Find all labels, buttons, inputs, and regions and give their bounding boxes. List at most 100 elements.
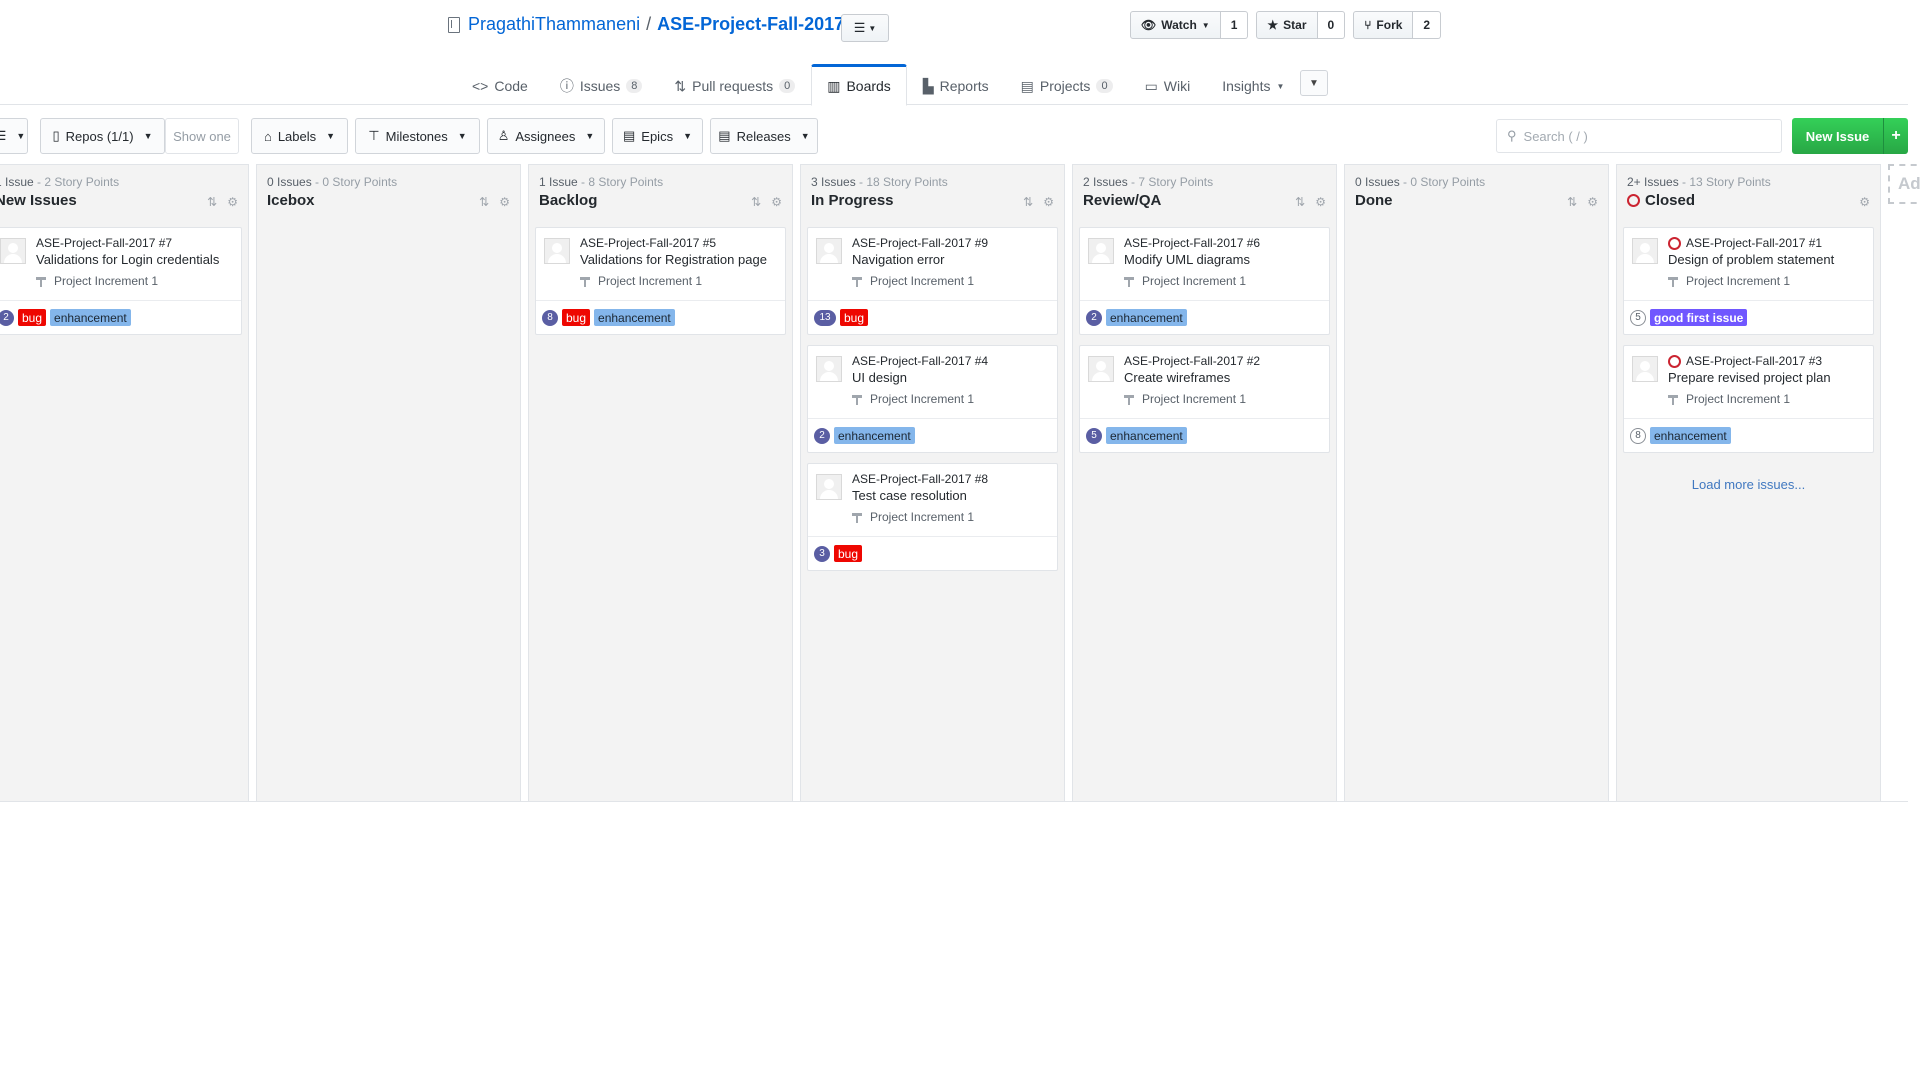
star-button[interactable]: ★ Star (1256, 11, 1318, 39)
pipeline-header: 1 Issue - 2 Story Points New Issues ⇅⚙ (0, 165, 248, 221)
label-good-first-issue[interactable]: good first issue (1650, 309, 1748, 326)
issue-card[interactable]: ASE-Project-Fall-2017 #6 Modify UML diag… (1079, 227, 1330, 335)
gear-icon[interactable]: ⚙ (1859, 195, 1870, 209)
label-bug[interactable]: bug (834, 545, 863, 562)
issue-title[interactable]: UI design (852, 369, 1049, 387)
issue-card[interactable]: ASE-Project-Fall-2017 #2 Create wirefram… (1079, 345, 1330, 453)
gear-icon[interactable]: ⚙ (1315, 195, 1326, 209)
issue-ref[interactable]: ASE-Project-Fall-2017 #7 (36, 236, 233, 250)
sort-icon[interactable]: ⇅ (751, 195, 761, 209)
issue-ref[interactable]: ASE-Project-Fall-2017 #3 (1686, 354, 1822, 368)
issue-milestone: Project Increment 1 (1668, 274, 1865, 288)
watch-button[interactable]: 👁 Watch ▼ (1130, 11, 1221, 39)
label-enhancement[interactable]: enhancement (594, 309, 675, 326)
issue-ref[interactable]: ASE-Project-Fall-2017 #4 (852, 354, 1049, 368)
issue-card[interactable]: ASE-Project-Fall-2017 #7 Validations for… (0, 227, 242, 335)
issue-title[interactable]: Prepare revised project plan (1668, 369, 1865, 387)
milestones-filter[interactable]: ⊤ Milestones ▼ (355, 118, 480, 154)
issue-title[interactable]: Test case resolution (852, 487, 1049, 505)
release-icon: ▤ (718, 128, 731, 143)
issue-ref[interactable]: ASE-Project-Fall-2017 #9 (852, 236, 1049, 250)
pipeline-issue-count: 1 Issue (539, 175, 578, 189)
sort-icon[interactable]: ⇅ (479, 195, 489, 209)
fork-button[interactable]: ⑂ Fork (1353, 11, 1414, 39)
tab-insights[interactable]: Insights ▼ (1206, 64, 1300, 106)
issue-ref[interactable]: ASE-Project-Fall-2017 #1 (1686, 236, 1822, 250)
issue-ref-row: ASE-Project-Fall-2017 #3 (1668, 354, 1865, 368)
tab-issues[interactable]: ⓘ Issues 8 (544, 64, 659, 106)
story-points-badge: 5 (1630, 309, 1646, 326)
sort-icon[interactable]: ⇅ (1567, 195, 1577, 209)
board-view-menu-button[interactable]: ☰ ▼ (841, 14, 889, 42)
epics-filter[interactable]: ▤ Epics ▼ (612, 118, 703, 154)
pipeline-meta: 0 Issues - 0 Story Points (1355, 175, 1486, 189)
boards-icon: ▥ (827, 77, 841, 94)
watch-count[interactable]: 1 (1220, 11, 1249, 39)
releases-filter[interactable]: ▤ Releases ▼ (710, 118, 818, 154)
issue-title[interactable]: Navigation error (852, 251, 1049, 269)
label-enhancement[interactable]: enhancement (1106, 309, 1187, 326)
repo-name-link[interactable]: ASE-Project-Fall-2017 (657, 14, 844, 35)
label-enhancement[interactable]: enhancement (1106, 427, 1187, 444)
repos-filter[interactable]: ▯ Repos (1/1) ▼ (40, 118, 165, 154)
label-bug[interactable]: bug (840, 309, 869, 326)
label-enhancement[interactable]: enhancement (1650, 427, 1731, 444)
new-issue-options-button[interactable]: + (1884, 118, 1908, 154)
repo-owner-link[interactable]: PragathiThammaneni (468, 14, 640, 35)
issue-closed-icon (1668, 354, 1681, 368)
issue-card[interactable]: ASE-Project-Fall-2017 #1 Design of probl… (1623, 227, 1874, 335)
load-more-issues-link[interactable]: Load more issues... (1617, 477, 1880, 492)
issue-title[interactable]: Create wireframes (1124, 369, 1321, 387)
add-pipeline-button[interactable]: Ad (1888, 164, 1920, 204)
repo-icon (448, 16, 460, 33)
issue-title[interactable]: Validations for Login credentials (36, 251, 233, 269)
tab-code[interactable]: <> Code (456, 64, 544, 106)
issue-title[interactable]: Design of problem statement (1668, 251, 1865, 269)
gear-icon[interactable]: ⚙ (227, 195, 238, 209)
issue-card[interactable]: ASE-Project-Fall-2017 #9 Navigation erro… (807, 227, 1058, 335)
pipeline-header: 1 Issue - 8 Story Points Backlog ⇅ ⚙ (529, 165, 792, 221)
new-issue-button[interactable]: New Issue (1792, 118, 1884, 154)
gear-icon[interactable]: ⚙ (1587, 195, 1598, 209)
issue-ref-row: ASE-Project-Fall-2017 #1 (1668, 236, 1865, 250)
nav-more-button[interactable]: ▼ (1300, 70, 1328, 96)
issue-title[interactable]: Modify UML diagrams (1124, 251, 1321, 269)
issue-ref[interactable]: ASE-Project-Fall-2017 #5 (580, 236, 777, 250)
board-search-input[interactable] (1523, 128, 1764, 144)
star-count[interactable]: 0 (1317, 11, 1346, 39)
epic-icon: ▤ (622, 128, 636, 143)
gear-icon[interactable]: ⚙ (499, 195, 510, 209)
issue-ref[interactable]: ASE-Project-Fall-2017 #2 (1124, 354, 1321, 368)
gear-icon[interactable]: ⚙ (771, 195, 782, 209)
issue-card[interactable]: ASE-Project-Fall-2017 #3 Prepare revised… (1623, 345, 1874, 453)
tab-wiki[interactable]: ▭ Wiki (1129, 64, 1207, 106)
issue-title[interactable]: Validations for Registration page (580, 251, 777, 269)
issue-ref[interactable]: ASE-Project-Fall-2017 #6 (1124, 236, 1321, 250)
issue-ref[interactable]: ASE-Project-Fall-2017 #8 (852, 472, 1049, 486)
gear-icon[interactable]: ⚙ (1043, 195, 1054, 209)
label-enhancement[interactable]: enhancement (834, 427, 915, 444)
tab-projects[interactable]: ▤ Projects 0 (1005, 64, 1129, 106)
label-enhancement[interactable]: enhancement (50, 309, 131, 326)
fork-count[interactable]: 2 (1413, 11, 1442, 39)
issue-milestone: Project Increment 1 (580, 274, 777, 288)
issue-card-body: ASE-Project-Fall-2017 #6 Modify UML diag… (1080, 228, 1329, 300)
milestones-filter-label: Milestones (385, 128, 448, 144)
tab-pull-requests[interactable]: ⇅ Pull requests 0 (658, 64, 811, 106)
label-bug[interactable]: bug (562, 309, 591, 326)
issue-card-body: ASE-Project-Fall-2017 #8 Test case resol… (808, 464, 1057, 536)
label-bug[interactable]: bug (18, 309, 47, 326)
sort-icon[interactable]: ⇅ (1295, 195, 1305, 209)
board-menu-button[interactable]: ☰ ▼ (0, 118, 28, 154)
labels-filter[interactable]: ⌂ Labels ▼ (251, 118, 348, 154)
issue-card[interactable]: ASE-Project-Fall-2017 #4 UI design Proje… (807, 345, 1058, 453)
sort-icon[interactable]: ⇅ (1023, 195, 1033, 209)
assignees-filter[interactable]: ♙ Assignees ▼ (487, 118, 605, 154)
sort-icon[interactable]: ⇅ (207, 195, 217, 209)
show-one-button[interactable]: Show one (165, 118, 239, 154)
issue-card[interactable]: ASE-Project-Fall-2017 #5 Validations for… (535, 227, 786, 335)
issue-milestone: Project Increment 1 (36, 274, 233, 288)
tab-reports[interactable]: ▙ Reports (907, 64, 1005, 106)
issue-card[interactable]: ASE-Project-Fall-2017 #8 Test case resol… (807, 463, 1058, 571)
tab-boards[interactable]: ▥ Boards (811, 64, 907, 106)
